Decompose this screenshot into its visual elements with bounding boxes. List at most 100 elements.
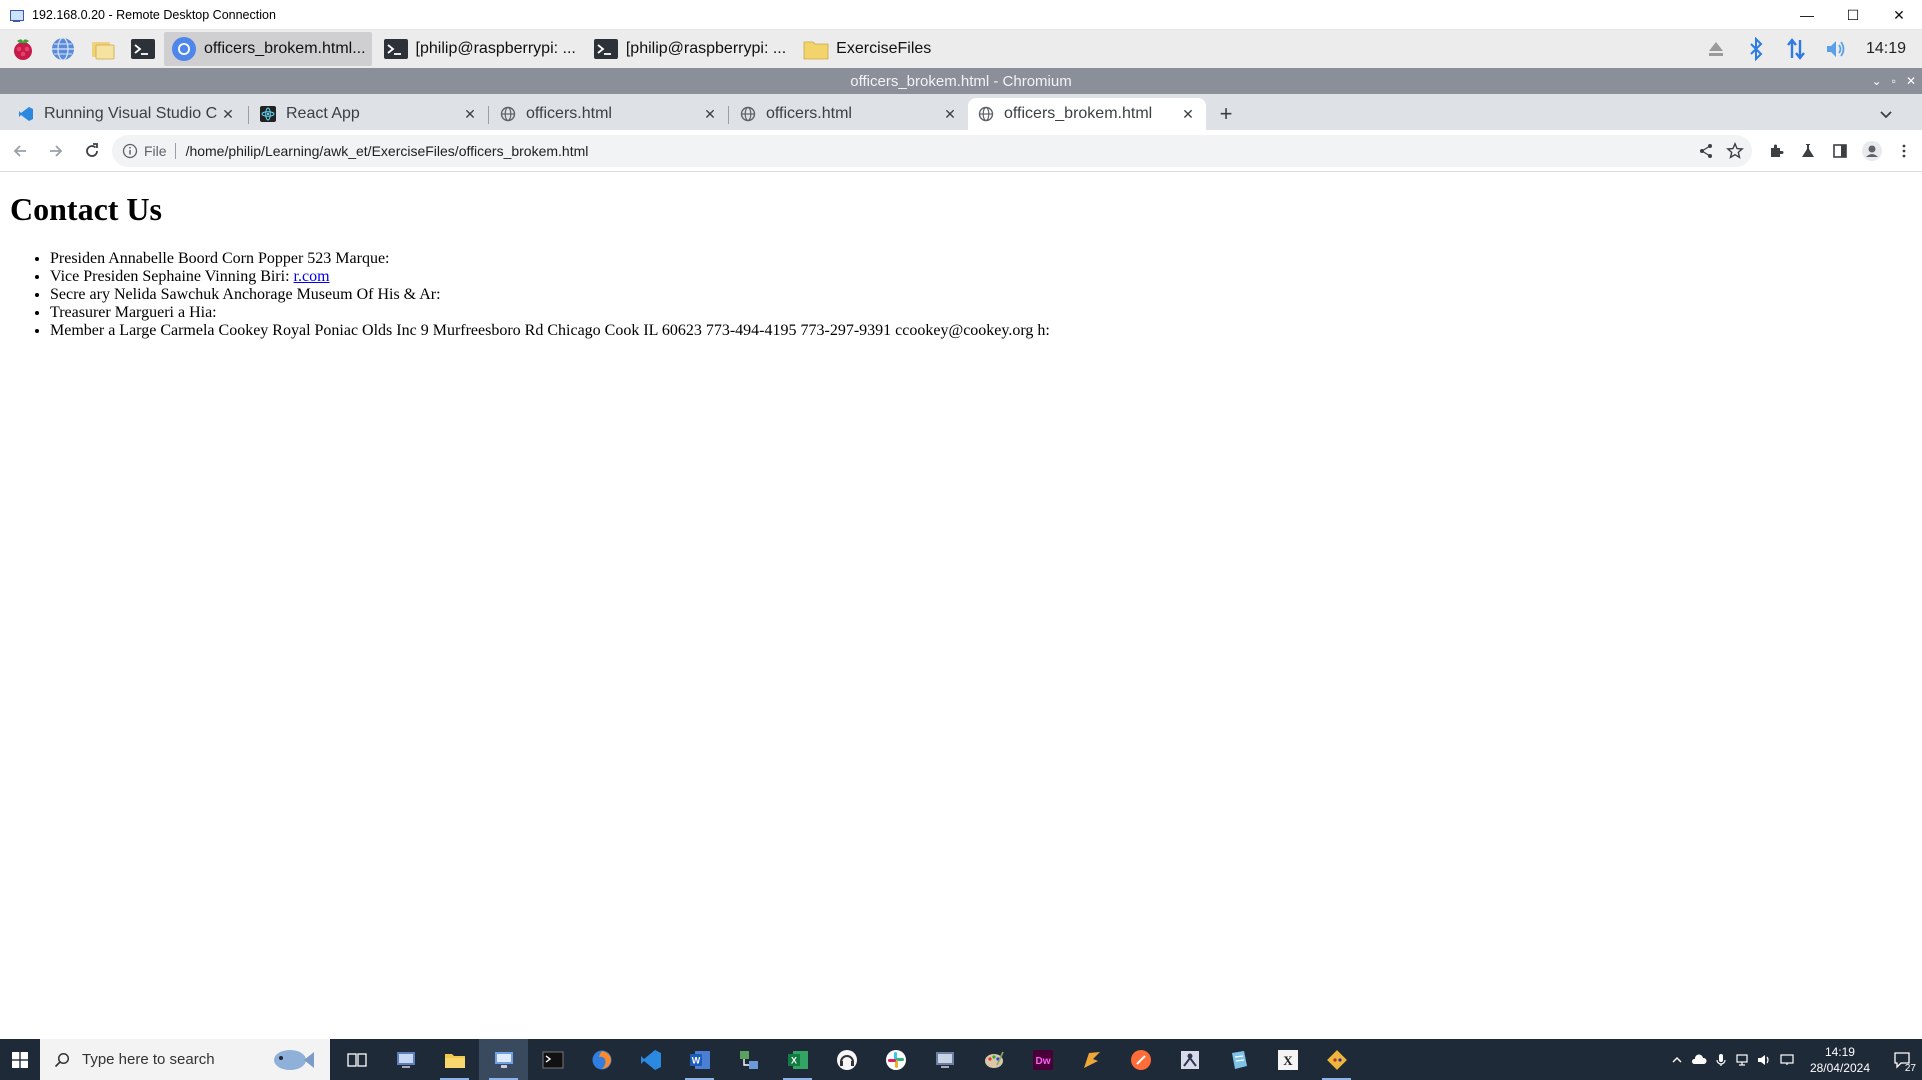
tab-officers-2[interactable]: officers.html ✕	[730, 98, 968, 130]
tab-react-app[interactable]: React App ✕	[250, 98, 488, 130]
new-tab-button[interactable]: +	[1212, 100, 1240, 128]
chevron-down-icon[interactable]: ⌄	[1872, 74, 1882, 88]
task-chromium[interactable]: officers_brokem.html...	[164, 32, 372, 66]
microphone-icon[interactable]	[1710, 1039, 1732, 1080]
task-terminal-1[interactable]: [philip@raspberrypi: ...	[376, 32, 582, 66]
list-item: Vice Presiden Sephaine Vinning Biri: r.c…	[50, 268, 1912, 286]
chevron-up-icon[interactable]	[1666, 1039, 1688, 1080]
taskbar-app-terminal[interactable]	[528, 1039, 577, 1080]
task-exercisefiles[interactable]: ExerciseFiles	[796, 32, 937, 66]
taskbar-app-vscode[interactable]	[626, 1039, 675, 1080]
tab-separator	[248, 106, 249, 124]
remote-desktop-icon	[10, 8, 24, 22]
pi-clock[interactable]: 14:19	[1856, 40, 1922, 58]
taskbar-apps: W X Dw X	[332, 1039, 1361, 1080]
excel-icon: X	[787, 1050, 808, 1069]
flask-icon[interactable]	[1796, 139, 1820, 163]
web-browser-launcher[interactable]	[46, 32, 80, 66]
share-icon[interactable]	[1698, 143, 1714, 159]
profile-icon[interactable]	[1860, 139, 1884, 163]
menu-icon[interactable]	[1892, 139, 1916, 163]
taskbar-app-remote-desktop[interactable]	[479, 1039, 528, 1080]
taskbar-app-headset[interactable]	[822, 1039, 871, 1080]
notification-center-button[interactable]: 27	[1882, 1039, 1922, 1080]
taskbar-app-excel[interactable]: X	[773, 1039, 822, 1080]
remote-desktop-icon	[494, 1051, 513, 1068]
tab-close-button[interactable]: ✕	[220, 106, 236, 123]
terminal-icon	[542, 1051, 563, 1068]
taskbar-app-rdp-manager[interactable]	[381, 1039, 430, 1080]
tab-close-button[interactable]: ✕	[1180, 106, 1196, 123]
taskbar-app-dreamweaver[interactable]: Dw	[1018, 1039, 1067, 1080]
network-status-icon[interactable]	[1732, 1039, 1754, 1080]
close-button[interactable]: ✕	[1876, 0, 1922, 30]
task-view-icon	[346, 1052, 367, 1067]
tab-close-button[interactable]: ✕	[702, 106, 718, 123]
terminal-icon	[593, 39, 618, 59]
tab-vscode[interactable]: Running Visual Studio C ✕	[8, 98, 246, 130]
taskbar-app-postman[interactable]	[1116, 1039, 1165, 1080]
volume-icon[interactable]	[1816, 30, 1856, 68]
extensions-icon[interactable]	[1764, 139, 1788, 163]
display-icon[interactable]	[1776, 1039, 1798, 1080]
address-bar[interactable]: File /home/philip/Learning/awk_et/Exerci…	[112, 135, 1752, 167]
eject-icon[interactable]	[1696, 30, 1736, 68]
onedrive-icon[interactable]	[1688, 1039, 1710, 1080]
raspberry-icon	[14, 39, 32, 60]
list-item: Secre ary Nelida Sawchuk Anchorage Museu…	[50, 286, 1912, 304]
arrow-right-icon	[50, 144, 63, 157]
task-terminal-2[interactable]: [philip@raspberrypi: ...	[586, 32, 792, 66]
rdp-window-title: 192.168.0.20 - Remote Desktop Connection	[32, 7, 276, 22]
side-panel-icon[interactable]	[1828, 139, 1852, 163]
task-label: ExerciseFiles	[836, 40, 932, 57]
windows-clock[interactable]: 14:19 28/04/2024	[1798, 1044, 1882, 1076]
raspberry-menu-button[interactable]	[6, 32, 40, 66]
terminal-icon	[383, 39, 408, 59]
tab-close-button[interactable]: ✕	[942, 106, 958, 123]
star-icon[interactable]	[1726, 142, 1744, 160]
list-item: Presiden Annabelle Boord Corn Popper 523…	[50, 250, 1912, 268]
url-text[interactable]: /home/philip/Learning/awk_et/ExerciseFil…	[186, 143, 589, 159]
taskbar-app-word[interactable]: W	[675, 1039, 724, 1080]
taskbar-app-tool[interactable]	[1165, 1039, 1214, 1080]
task-view-button[interactable]	[332, 1039, 381, 1080]
taskbar-app-git[interactable]	[1312, 1039, 1361, 1080]
taskbar-app-slack[interactable]	[871, 1039, 920, 1080]
terminal-launcher[interactable]	[126, 32, 160, 66]
taskbar-app-paint[interactable]	[969, 1039, 1018, 1080]
reload-button[interactable]	[76, 135, 108, 167]
start-button[interactable]	[0, 1039, 40, 1080]
clock-date: 28/04/2024	[1809, 1060, 1870, 1075]
taskbar-app-latex[interactable]: X	[1263, 1039, 1312, 1080]
bluetooth-icon[interactable]	[1736, 30, 1776, 68]
taskbar-app-notes[interactable]	[1214, 1039, 1263, 1080]
taskbar-app-launcher[interactable]	[1067, 1039, 1116, 1080]
email-link[interactable]: r.com	[294, 268, 330, 285]
taskbar-app-server-manager[interactable]	[920, 1039, 969, 1080]
close-icon[interactable]: ✕	[1906, 74, 1916, 88]
word-icon: W	[689, 1050, 710, 1069]
file-manager-launcher[interactable]	[86, 32, 120, 66]
tab-search-button[interactable]	[1872, 100, 1900, 128]
info-icon[interactable]	[122, 143, 138, 159]
minimize-button[interactable]: —	[1784, 0, 1830, 30]
tab-officers-1[interactable]: officers.html ✕	[490, 98, 728, 130]
tab-close-button[interactable]: ✕	[462, 106, 478, 123]
omnibox-actions	[1698, 135, 1744, 167]
speaker-icon[interactable]	[1754, 1039, 1776, 1080]
maximize-button[interactable]: ☐	[1830, 0, 1876, 30]
taskbar-app-file-explorer[interactable]	[430, 1039, 479, 1080]
network-icon[interactable]	[1776, 30, 1816, 68]
file-explorer-icon	[444, 1053, 465, 1068]
arrow-left-icon	[13, 144, 26, 157]
restore-icon[interactable]: ▫	[1892, 74, 1896, 88]
taskbar-search-box[interactable]: Type here to search	[40, 1039, 330, 1080]
back-button[interactable]	[4, 135, 36, 167]
taskbar-app-firefox[interactable]	[577, 1039, 626, 1080]
notification-count: 27	[1904, 1063, 1916, 1074]
globe-icon	[52, 37, 74, 61]
tab-officers-brokem[interactable]: officers_brokem.html ✕	[968, 98, 1206, 130]
tab-label: officers.html	[766, 105, 852, 122]
forward-button[interactable]	[40, 135, 72, 167]
taskbar-app-network-tool[interactable]	[724, 1039, 773, 1080]
